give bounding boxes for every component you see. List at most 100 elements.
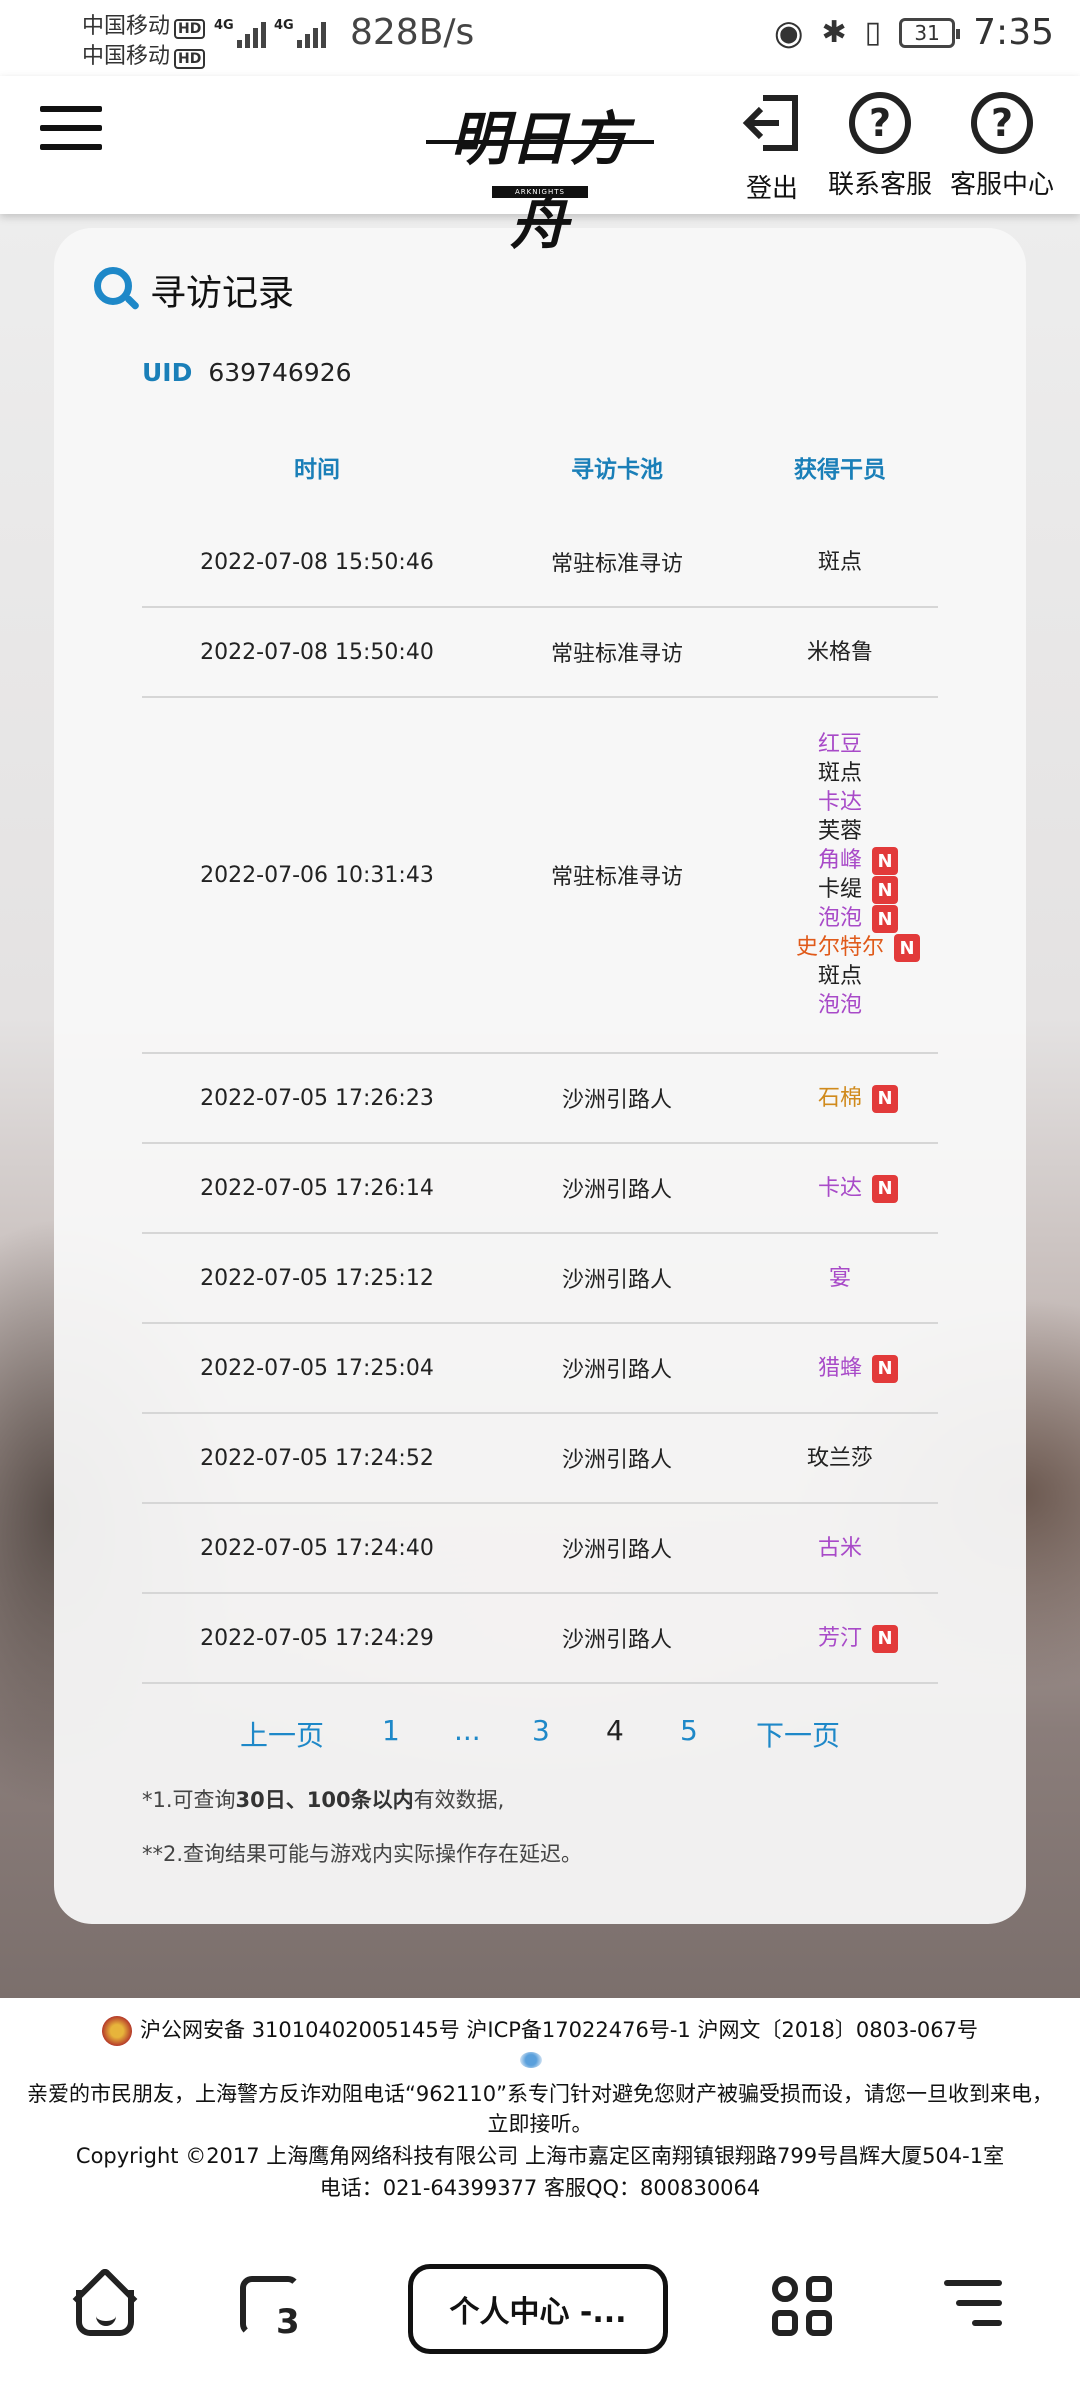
carrier-2: 中国移动 HD (82, 38, 206, 70)
new-badge: N (872, 1624, 898, 1653)
page-link-5[interactable]: 5 (680, 1714, 698, 1747)
menu-icon[interactable] (40, 106, 102, 156)
app-header: 明日方舟 ARKNIGHTS 登出 ? 联系客服 ? 客服中心 (0, 76, 1080, 257)
cell-operators: 米格鲁 (742, 608, 938, 696)
card-title-text: 寻访记录 (150, 273, 295, 314)
cell-operators: 古米 (742, 1504, 938, 1592)
page-link-3[interactable]: 3 (532, 1714, 550, 1747)
cell-time: 2022-07-05 17:24:29 (200, 1625, 434, 1651)
service-center-button[interactable]: ? 客服中心 (946, 92, 1058, 201)
operator-name-text: 芙蓉 (817, 819, 862, 844)
table-row: 2022-07-05 17:24:29 沙洲引路人 芳汀 N (142, 1594, 938, 1684)
note-1-bold: 30日、100条以内 (235, 1788, 414, 1812)
operator-name: 石棉 N (817, 1084, 898, 1113)
apps-grid-icon[interactable] (772, 2276, 838, 2342)
status-icons: ◉ ✱ ▯ 31 7:35 (774, 12, 1054, 53)
operator-name-text: 史尔特尔 (795, 935, 884, 960)
operator-name: 米格鲁 (807, 638, 873, 667)
cell-operators: 卡达 N (742, 1144, 938, 1232)
prev-page-link[interactable]: 上一页 (240, 1714, 324, 1754)
next-page-link[interactable]: 下一页 (756, 1714, 840, 1754)
operator-name: 角峰 N (817, 846, 898, 875)
footer-notice-2: 立即接听。 (487, 2112, 593, 2136)
battery-icon: 31 (899, 17, 961, 48)
new-badge: N (872, 847, 898, 875)
column-header-time: 时间 (294, 457, 340, 483)
carrier-2-label: 中国移动 (82, 44, 171, 69)
column-header-operator: 获得干员 (794, 457, 886, 483)
logout-button[interactable]: 登出 (738, 92, 806, 205)
operator-name: 斑点 (818, 548, 862, 577)
signal-icon: 4G (214, 18, 266, 48)
tabs-button[interactable]: 3 (240, 2276, 306, 2342)
operator-name-text: 泡泡 (817, 906, 862, 931)
operator-name: 红豆 (818, 730, 862, 759)
cell-pool: 沙洲引路人 (561, 1628, 672, 1653)
police-badge-icon (102, 2016, 133, 2046)
table-row: 2022-07-08 15:50:40 常驻标准寻访 米格鲁 (142, 608, 938, 698)
operator-name-text: 猎蜂 (817, 1355, 862, 1381)
service-center-label: 客服中心 (949, 170, 1054, 200)
uid-label: UID (142, 358, 193, 387)
home-icon[interactable] (72, 2266, 138, 2338)
operator-name: 卡缇 N (818, 875, 898, 904)
browser-menu-icon[interactable] (944, 2276, 1002, 2332)
note-1-suffix: 有效数据, (413, 1788, 505, 1812)
page-ellipsis: ... (454, 1714, 481, 1747)
new-badge: N (872, 1084, 898, 1113)
clock: 7:35 (973, 12, 1054, 53)
contact-support-label: 联系客服 (827, 170, 932, 200)
logout-label: 登出 (745, 174, 798, 204)
signal-icon: 4G (274, 18, 326, 48)
cell-time: 2022-07-08 15:50:46 (200, 549, 434, 575)
search-icon (94, 267, 141, 313)
table-row: 2022-07-05 17:24:52 沙洲引路人 玫兰莎 (142, 1414, 938, 1504)
cell-operators: 红豆 斑点 卡达 芙蓉 角峰 N 卡缇 N 泡泡 N 史尔特尔 N 斑点 泡泡 (742, 698, 938, 1052)
new-badge: N (872, 1354, 898, 1383)
table-row: 2022-07-08 15:50:46 常驻标准寻访 斑点 (142, 518, 938, 608)
footer-license: 沪公网安备 31010402005145号 沪ICP备17022476号-1 沪… (0, 2014, 1080, 2046)
operator-name-text: 角峰 (817, 848, 862, 873)
arknights-logo[interactable]: 明日方舟 ARKNIGHTS (426, 88, 654, 257)
site-footer: 沪公网安备 31010402005145号 沪ICP备17022476号-1 沪… (0, 1998, 1080, 2234)
operator-name: 史尔特尔 N (795, 933, 920, 962)
carrier-1-label: 中国移动 (82, 14, 171, 39)
new-badge: N (872, 905, 898, 933)
operator-name-text: 石棉 (817, 1085, 862, 1111)
logo-text: 明日方舟 (449, 105, 630, 257)
cell-pool: 常驻标准寻访 (550, 642, 683, 667)
address-label: 个人中心 -... (449, 2295, 627, 2330)
operator-name-text: 泡泡 (817, 993, 862, 1018)
eye-icon: ◉ (773, 12, 804, 53)
vibrate-icon: ▯ (864, 15, 882, 50)
cell-time: 2022-07-05 17:25:04 (200, 1355, 434, 1381)
carrier-1: 中国移动 HD (82, 8, 206, 40)
page-link-1[interactable]: 1 (382, 1714, 400, 1747)
cell-pool: 沙洲引路人 (561, 1538, 672, 1563)
operator-name-text: 卡达 (817, 1175, 862, 1201)
operator-name: 玫兰莎 (807, 1444, 873, 1473)
contact-support-button[interactable]: ? 联系客服 (824, 92, 936, 201)
cell-time: 2022-07-05 17:24:52 (200, 1445, 434, 1471)
address-bar[interactable]: 个人中心 -... (408, 2264, 668, 2354)
new-badge: N (894, 934, 920, 962)
network-type: 4G (214, 18, 234, 33)
uid-row: UID 639746926 (142, 358, 352, 387)
footer-notice-1: 亲爱的市民朋友，上海警方反诈劝阻电话“962110”系专门针对避免您财产被骗受损… (27, 2082, 1053, 2106)
footer-license-text[interactable]: 沪公网安备 31010402005145号 沪ICP备17022476号-1 沪… (140, 2018, 978, 2042)
battery-level: 31 (914, 20, 940, 45)
emblem-icon (520, 2052, 542, 2068)
cell-pool: 常驻标准寻访 (550, 865, 683, 890)
cell-operators: 宴 (742, 1234, 938, 1322)
pagination: 上一页 1 ... 3 4 5 下一页 (54, 1714, 1026, 1764)
operator-name: 古米 (818, 1534, 862, 1563)
tabs-count: 3 (276, 2302, 300, 2342)
operator-name-text: 斑点 (817, 761, 862, 786)
operator-name: 卡达 (818, 788, 862, 817)
net-speed: 828B/s (350, 12, 475, 53)
cell-operators: 斑点 (742, 518, 938, 606)
operator-name-text: 红豆 (817, 732, 862, 757)
operator-name-text: 卡达 (817, 790, 862, 815)
operator-name: 猎蜂 N (817, 1354, 898, 1383)
new-badge: N (872, 1174, 898, 1203)
